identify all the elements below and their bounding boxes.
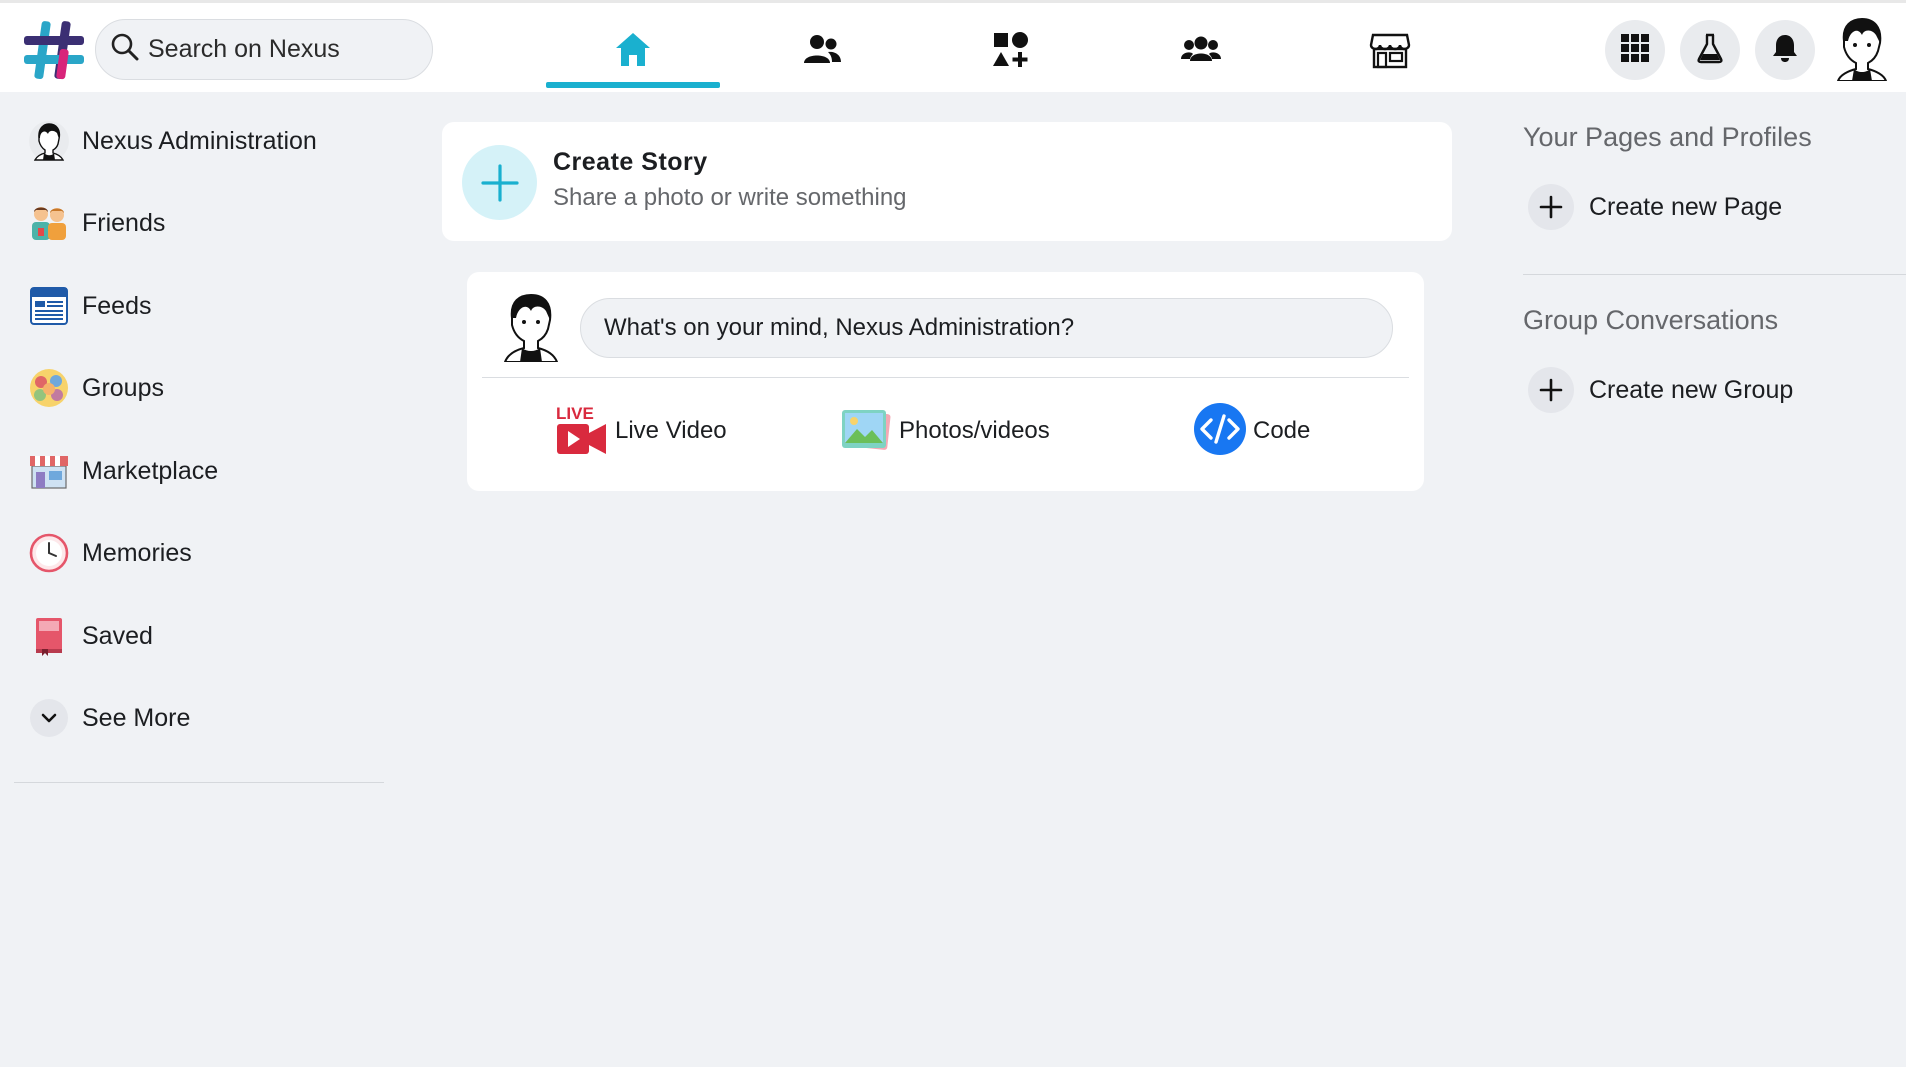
search-icon [110,32,140,67]
friends-icon [28,202,70,244]
post-input[interactable] [580,298,1393,358]
sidebar-item-groups[interactable]: Groups [28,358,388,418]
create-page-button[interactable]: Create new Page [1528,182,1782,232]
store-icon [1369,29,1411,76]
sidebar-item-label: Nexus Administration [82,126,317,155]
sidebar-item-memories[interactable]: Memories [28,523,388,583]
user-avatar[interactable] [503,292,559,363]
sidebar-item-see-more[interactable]: See More [28,688,388,748]
tab-friends[interactable] [735,17,909,87]
groups-icon [28,367,70,409]
user-avatar [28,120,70,162]
sidebar-item-label: Saved [82,621,153,650]
post-composer: LIVE Live Video Photos/videos Code [467,272,1424,491]
apps-add-icon [990,29,1032,76]
sidebar-item-label: Marketplace [82,456,219,485]
lab-button[interactable] [1680,20,1740,80]
friends-icon [801,29,843,76]
sidebar-item-marketplace[interactable]: Marketplace [28,441,388,501]
notifications-button[interactable] [1755,20,1815,80]
bell-icon [1769,32,1801,69]
tab-marketplace[interactable] [1303,17,1477,87]
tab-groups[interactable] [1114,17,1288,87]
tab-apps[interactable] [924,17,1098,87]
code-icon [1193,402,1247,461]
sidebar-item-friends[interactable]: Friends [28,193,388,253]
marketplace-icon [28,450,70,492]
create-group-label: Create new Group [1589,375,1794,404]
plus-icon [1528,367,1574,413]
pages-heading: Your Pages and Profiles [1523,122,1812,152]
search-box[interactable] [95,19,433,80]
plus-icon[interactable] [462,145,537,220]
photos-videos-label: Photos/videos [899,417,1050,444]
clock-icon [28,532,70,574]
sidebar-item-feeds[interactable]: Feeds [28,276,388,336]
sidebar-item-label: Memories [82,538,192,567]
photos-videos-button[interactable]: Photos/videos [839,402,1050,460]
sidebar-item-profile[interactable]: Nexus Administration [28,111,388,171]
sidebar-item-label: Groups [82,373,164,402]
create-page-label: Create new Page [1589,192,1783,221]
nexus-logo[interactable] [22,19,86,81]
bookmark-icon [28,615,70,657]
photo-icon [839,402,893,461]
story-subtitle: Share a photo or write something [553,184,907,211]
svg-text:LIVE: LIVE [556,404,594,423]
create-group-button[interactable]: Create new Group [1528,365,1793,415]
tab-home[interactable] [546,17,720,88]
composer-divider [482,377,1409,378]
menu-button[interactable] [1605,20,1665,80]
create-story-card[interactable]: Create Story Share a photo or write some… [442,122,1452,241]
grid-menu-icon [1619,32,1651,69]
home-icon [612,29,654,76]
chevron-down-icon [28,697,70,739]
feeds-icon [28,285,70,327]
code-label: Code [1253,417,1311,444]
sidebar-item-saved[interactable]: Saved [28,606,388,666]
code-button[interactable]: Code [1193,402,1310,460]
search-input[interactable] [148,35,418,64]
group-conversations-heading: Group Conversations [1523,305,1779,335]
sidebar-item-label: See More [82,703,191,732]
right-divider [1523,274,1906,275]
sidebar-item-label: Feeds [82,291,152,320]
profile-avatar[interactable] [1836,17,1888,82]
sidebar-item-label: Friends [82,208,166,237]
live-video-icon: LIVE [555,402,609,461]
story-title: Create Story [553,148,708,176]
live-video-button[interactable]: LIVE Live Video [555,402,727,460]
sidebar-divider [14,782,384,783]
plus-icon [1528,184,1574,230]
flask-icon [1694,32,1726,69]
top-bar [0,0,1906,92]
live-video-label: Live Video [615,417,727,444]
groups-icon [1180,29,1222,76]
